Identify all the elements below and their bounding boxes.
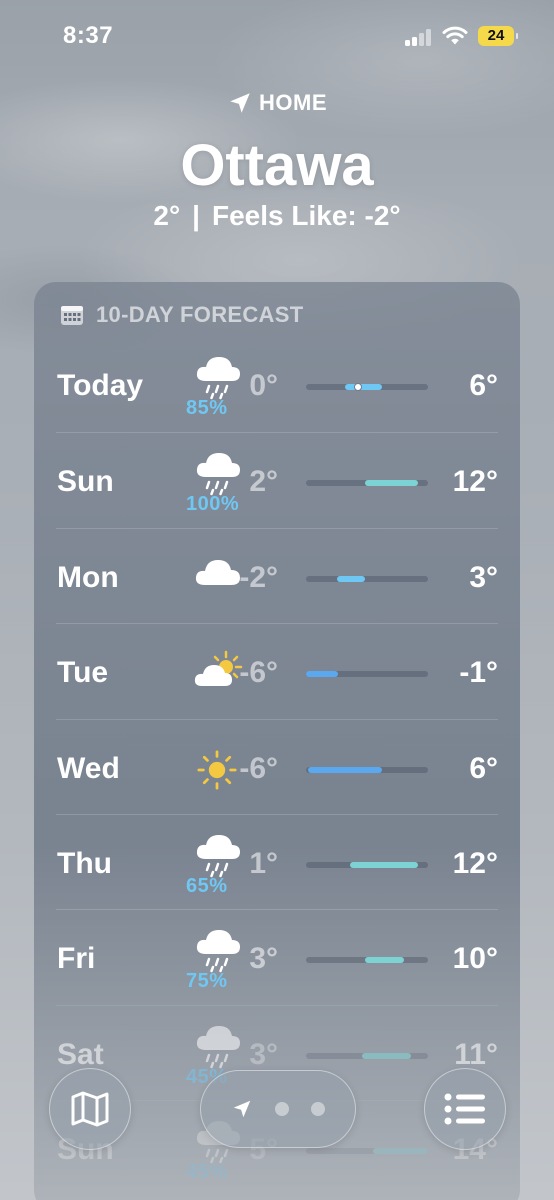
temp-separator: |	[192, 200, 200, 231]
location-label: HOME	[0, 90, 554, 116]
cloud-rain-icon	[192, 351, 244, 401]
cloud-icon	[192, 555, 244, 605]
high-temp: 6°	[469, 369, 498, 402]
forecast-day: Thu	[57, 846, 112, 880]
temp-range-fill	[336, 575, 365, 582]
forecast-row[interactable]: Tue -6° -1°	[56, 623, 498, 718]
high-temp: 11°	[454, 1037, 498, 1071]
high-temp: 3°	[469, 560, 498, 594]
map-icon	[71, 1091, 109, 1127]
forecast-day: Mon	[57, 560, 119, 594]
current-conditions: 2° | Feels Like: -2°	[0, 200, 554, 232]
temp-range-fill	[373, 1148, 428, 1155]
forecast-day: Sun	[57, 465, 114, 499]
temp-range-bar	[306, 957, 428, 964]
battery-indicator: 24	[478, 26, 518, 46]
temp-range-bar	[306, 861, 428, 868]
cloud-rain-icon	[192, 829, 244, 879]
status-time: 8:37	[63, 22, 114, 49]
current-temp: 2°	[153, 200, 181, 231]
forecast-row[interactable]: Wed -6° 6°	[56, 718, 498, 814]
forecast-row[interactable]: Today 85% 0° 6°	[56, 337, 498, 432]
low-temp: -6°	[239, 751, 278, 785]
page-dot[interactable]	[311, 1102, 325, 1116]
partly-sunny-icon	[192, 650, 244, 700]
high-temp: 10°	[452, 942, 498, 976]
forecast-day: Today	[57, 369, 144, 402]
high-temp: 12°	[452, 465, 498, 499]
temp-range-fill	[349, 861, 419, 868]
forecast-row[interactable]: Mon -2° 3°	[56, 527, 498, 623]
wifi-icon	[442, 26, 468, 45]
low-temp: 1°	[249, 846, 278, 880]
page-indicator[interactable]	[200, 1070, 356, 1148]
cloud-rain-icon	[192, 1020, 244, 1070]
low-temp: -2°	[239, 560, 278, 594]
feels-like: Feels Like: -2°	[212, 200, 401, 231]
forecast-list: Today 85% 0° 6° Sun 100% 2° 12° Mon -2° 3° Tue -6° -1…	[34, 337, 520, 1196]
low-temp: 3°	[249, 1037, 278, 1071]
forecast-header: 10-DAY FORECAST	[60, 302, 303, 328]
forecast-row[interactable]: Fri 75% 3° 10°	[56, 909, 498, 1004]
map-button[interactable]	[49, 1068, 131, 1150]
cellular-signal-icon	[405, 28, 433, 46]
cloud-rain-icon	[192, 447, 244, 497]
temp-range-bar	[306, 1148, 428, 1155]
temp-range-bar	[306, 671, 428, 678]
home-label: HOME	[259, 90, 327, 115]
temp-range-bar	[306, 575, 428, 582]
low-temp: 0°	[249, 369, 278, 402]
temp-range-bar	[306, 766, 428, 773]
temp-range-fill	[362, 1052, 411, 1059]
low-temp: 3°	[249, 942, 278, 976]
forecast-row[interactable]: Thu 65% 1° 12°	[56, 813, 498, 909]
low-temp: 2°	[249, 465, 278, 499]
location-arrow-icon[interactable]	[231, 1098, 253, 1120]
high-temp: -1°	[459, 656, 498, 690]
status-bar: 8:37 24	[0, 0, 554, 70]
ten-day-forecast-card[interactable]: 10-DAY FORECAST Today 85% 0° 6° Sun 100% 2° 12°…	[34, 282, 520, 1200]
forecast-day: Fri	[57, 942, 96, 976]
forecast-day: Sat	[57, 1037, 104, 1071]
high-temp: 12°	[452, 846, 498, 880]
forecast-day: Wed	[57, 751, 120, 785]
high-temp: 6°	[469, 751, 498, 785]
temp-range-bar	[306, 383, 428, 391]
list-icon	[444, 1093, 485, 1125]
cloud-rain-icon	[192, 924, 244, 974]
forecast-day: Tue	[57, 656, 109, 690]
forecast-row[interactable]: Sun 100% 2° 12°	[56, 432, 498, 527]
temp-range-fill	[364, 957, 404, 964]
temp-range-fill	[306, 671, 338, 678]
temp-range-bar	[306, 1052, 428, 1059]
temp-range-fill	[364, 480, 419, 487]
city-name: Ottawa	[180, 133, 374, 198]
temp-range-bar	[306, 480, 428, 487]
location-arrow-icon	[230, 93, 250, 113]
page-dot[interactable]	[275, 1102, 289, 1116]
temp-range-fill	[345, 384, 382, 390]
temp-range-fill	[308, 766, 382, 773]
calendar-icon	[61, 306, 83, 325]
locations-list-button[interactable]	[424, 1068, 506, 1150]
low-temp: -6°	[239, 656, 278, 690]
forecast-title: 10-DAY FORECAST	[96, 302, 304, 327]
